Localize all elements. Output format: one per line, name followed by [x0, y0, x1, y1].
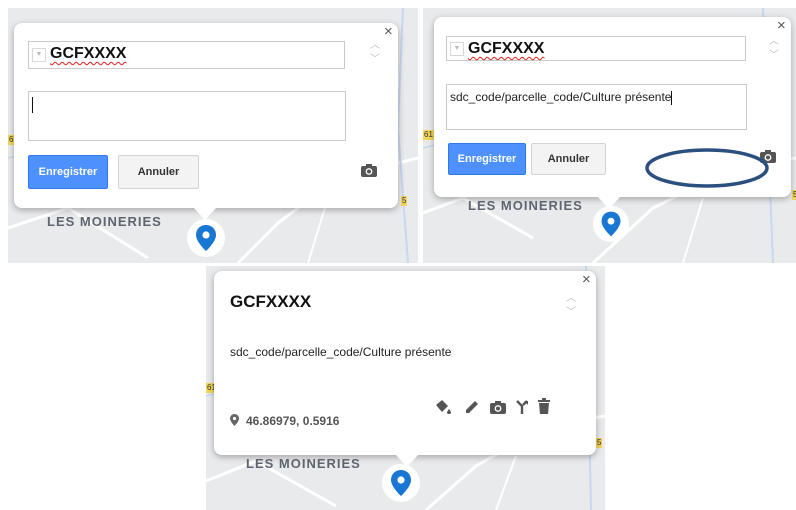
info-popup: × ︿ ﹀ GCFXXXX sdc_code/parcelle_code/Cult… [214, 271, 596, 455]
popup-title: GCFXXXX [230, 292, 312, 311]
trash-icon[interactable] [537, 398, 551, 415]
location-pin-icon [230, 414, 239, 426]
road-number-label: 61 [423, 130, 434, 140]
style-dropdown-icon[interactable]: ▼ [450, 42, 464, 56]
description-field[interactable] [28, 91, 346, 141]
text-caret [671, 90, 673, 105]
title-text: GCFXXXX [50, 45, 127, 62]
camera-icon[interactable] [360, 163, 378, 178]
map-panel-edit-empty: 61 5 × ︿﹀ GCFXXXX ▼ Enregistrer Annuler … [8, 8, 418, 263]
close-icon[interactable]: × [384, 24, 393, 39]
description-text: sdc_code/parcelle_code/Culture présente [230, 345, 452, 359]
scroll-arrows[interactable]: ︿ ﹀ [368, 39, 382, 75]
map-pin-icon[interactable] [592, 204, 630, 244]
scroll-arrows[interactable]: ︿ ﹀ [767, 35, 781, 71]
place-label: LES MOINERIES [246, 456, 361, 471]
title-input[interactable]: GCFXXXX [446, 36, 746, 61]
route-icon[interactable] [514, 399, 530, 415]
road-number-label: 5 [401, 196, 408, 206]
highlight-ellipse-annotation [645, 148, 769, 188]
map-pin-icon[interactable] [381, 462, 421, 504]
save-button[interactable]: Enregistrer [28, 155, 108, 189]
save-button[interactable]: Enregistrer [448, 143, 526, 175]
camera-icon[interactable] [489, 400, 507, 415]
title-input[interactable]: GCFXXXX [28, 41, 345, 69]
place-label: LES MOINERIES [468, 198, 583, 213]
close-icon[interactable]: × [582, 272, 591, 287]
edit-popup: × ︿ ﹀ GCFXXXX ▼ Enregistrer Annuler [14, 23, 398, 208]
paint-bucket-icon[interactable] [433, 399, 453, 415]
title-text: GCFXXXX [468, 40, 545, 57]
map-panel-edit-filled: 61 5 × ︿ ﹀ GCFXXXX ▼ sdc_code/parcelle_co… [423, 8, 796, 263]
road-number-label: 5 [596, 438, 603, 448]
description-text: sdc_code/parcelle_code/Culture présente [450, 90, 672, 104]
road-number-label: 5 [792, 190, 796, 200]
scroll-arrows[interactable]: ︿ ﹀ [564, 292, 578, 328]
description-field[interactable]: sdc_code/parcelle_code/Culture présente [446, 84, 747, 130]
map-pin-icon[interactable] [186, 217, 226, 259]
cancel-button[interactable]: Annuler [531, 143, 606, 175]
cancel-button[interactable]: Annuler [118, 155, 199, 189]
coordinates-text: 46.86979, 0.5916 [246, 414, 340, 428]
map-panel-saved: 61 5 × ︿ ﹀ GCFXXXX sdc_code/parcelle_code… [206, 266, 605, 510]
pencil-icon[interactable] [464, 399, 480, 415]
close-icon[interactable]: × [777, 18, 786, 33]
style-dropdown-icon[interactable]: ▼ [32, 48, 46, 62]
place-label: LES MOINERIES [47, 214, 162, 229]
text-caret [32, 97, 33, 113]
